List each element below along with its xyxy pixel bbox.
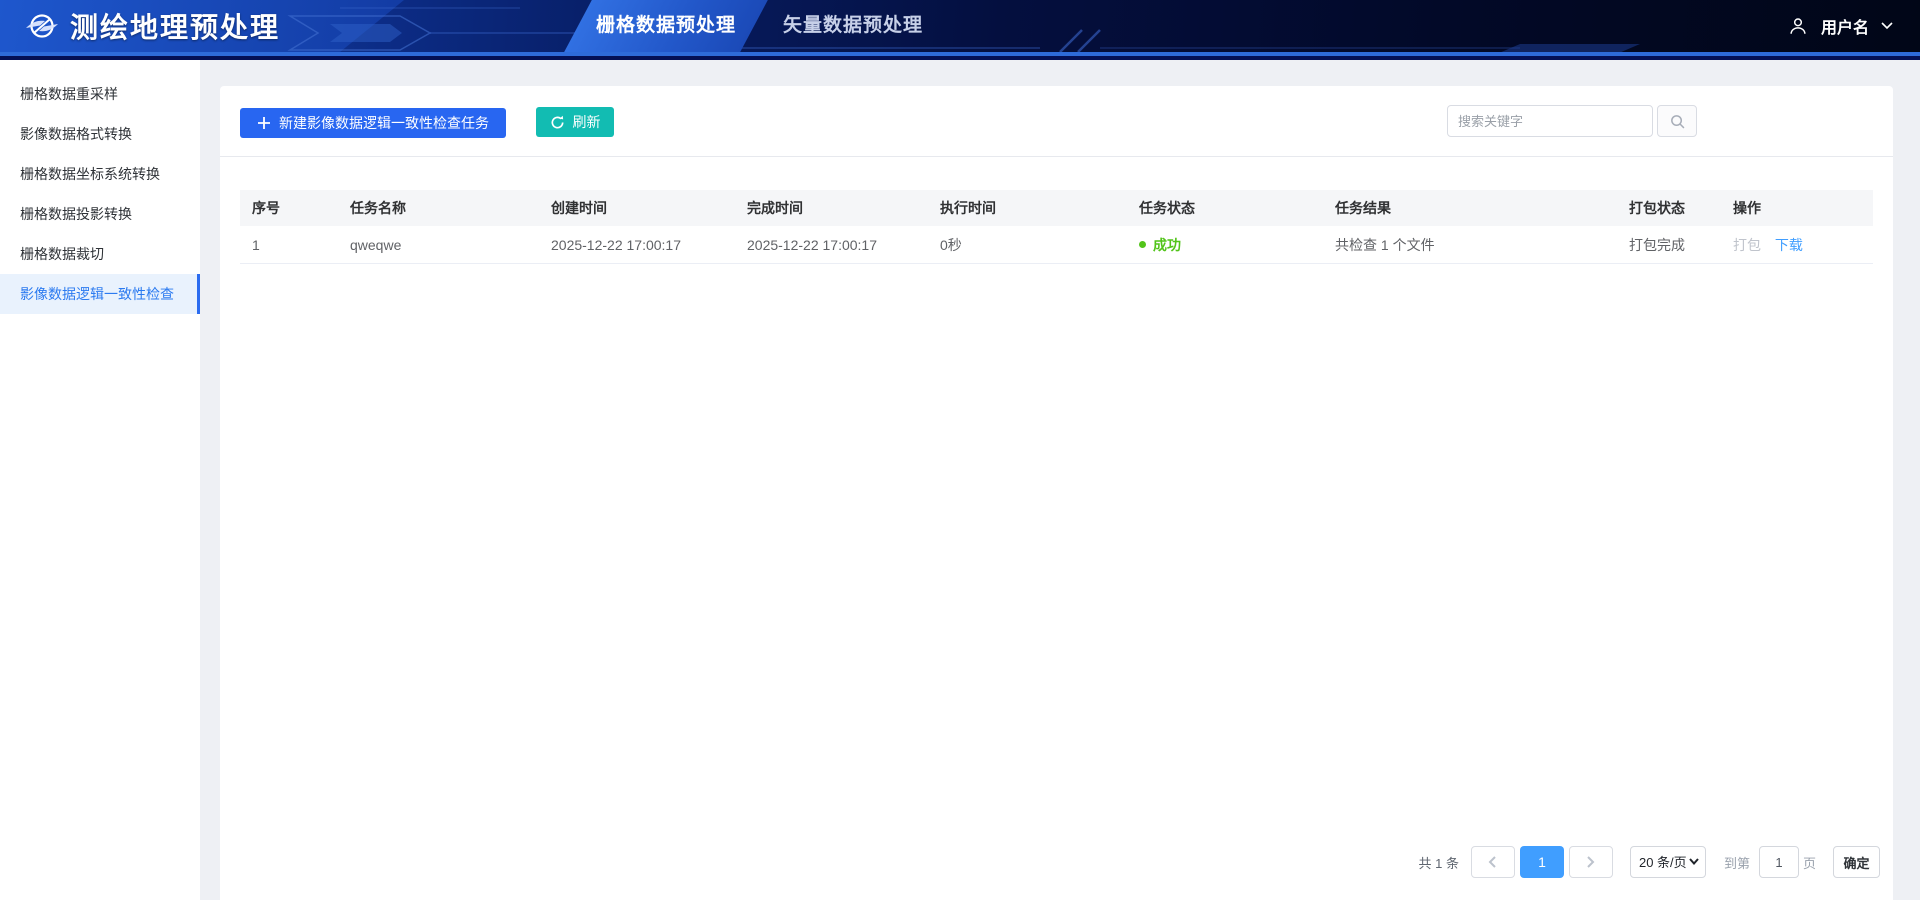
cell-seq: 1 xyxy=(240,237,338,253)
cell-duration: 0秒 xyxy=(928,235,1127,255)
cell-result: 共检查 1 个文件 xyxy=(1323,235,1617,255)
search-group xyxy=(1447,105,1697,137)
refresh-button[interactable]: 刷新 xyxy=(536,107,614,137)
task-table: 序号 任务名称 创建时间 完成时间 执行时间 任务状态 任务结果 打包状态 操作… xyxy=(240,190,1873,264)
goto-prefix-label: 到第 xyxy=(1724,853,1750,872)
sidebar-item-raster-projection-convert[interactable]: 栅格数据投影转换 xyxy=(0,194,200,234)
sidebar: 栅格数据重采样 影像数据格式转换 栅格数据坐标系统转换 栅格数据投影转换 栅格数… xyxy=(0,60,200,900)
col-header-duration: 执行时间 xyxy=(928,198,1127,218)
sidebar-item-logic-consistency-check[interactable]: 影像数据逻辑一致性检查 xyxy=(0,274,200,314)
search-input[interactable] xyxy=(1447,105,1653,137)
col-header-seq: 序号 xyxy=(240,198,338,218)
col-header-actions: 操作 xyxy=(1721,198,1873,218)
search-icon xyxy=(1669,113,1686,130)
refresh-icon xyxy=(550,115,565,130)
col-header-result: 任务结果 xyxy=(1323,198,1617,218)
new-task-button[interactable]: 新建影像数据逻辑一致性检查任务 xyxy=(240,108,506,138)
col-header-pack-status: 打包状态 xyxy=(1617,198,1721,218)
app-header: 测绘地理预处理 栅格数据预处理 矢量数据预处理 用户名 xyxy=(0,0,1920,60)
prev-page-button[interactable] xyxy=(1471,846,1515,878)
pack-action-link: 打包 xyxy=(1733,237,1761,253)
col-header-status: 任务状态 xyxy=(1127,198,1323,218)
chevron-down-icon xyxy=(1881,22,1893,30)
goto-suffix-label: 页 xyxy=(1803,853,1816,872)
goto-page-input[interactable] xyxy=(1759,846,1799,878)
cell-actions: 打包 下载 xyxy=(1721,235,1873,255)
page-size-select-wrap: 20 条/页 xyxy=(1630,846,1706,878)
app-logo-icon xyxy=(24,8,60,44)
cell-finished: 2025-12-22 17:00:17 xyxy=(735,237,928,253)
chevron-right-icon xyxy=(1586,856,1595,868)
sidebar-item-raster-resample[interactable]: 栅格数据重采样 xyxy=(0,74,200,114)
brand: 测绘地理预处理 xyxy=(24,0,280,52)
page-number-button[interactable]: 1 xyxy=(1520,846,1564,878)
new-task-label: 新建影像数据逻辑一致性检查任务 xyxy=(279,113,489,133)
page-size-select[interactable]: 20 条/页 xyxy=(1630,846,1706,878)
cell-pack-status: 打包完成 xyxy=(1617,235,1721,255)
tab-raster-label: 栅格数据预处理 xyxy=(578,0,754,52)
toolbar: 新建影像数据逻辑一致性检查任务 刷新 xyxy=(220,86,1893,157)
plus-icon xyxy=(257,116,271,130)
col-header-task-name: 任务名称 xyxy=(338,198,539,218)
header-bottom-strip xyxy=(0,56,1920,60)
pagination: 共 1 条 1 20 条/页 到第 页 确定 xyxy=(1419,846,1881,878)
tab-raster-preprocess[interactable]: 栅格数据预处理 xyxy=(564,0,768,52)
download-action-link[interactable]: 下载 xyxy=(1775,237,1803,253)
cell-status: 成功 xyxy=(1127,235,1323,255)
app-title: 测绘地理预处理 xyxy=(70,6,280,46)
pagination-total: 共 1 条 xyxy=(1419,853,1459,872)
cell-task-name: qweqwe xyxy=(338,237,539,253)
status-text: 成功 xyxy=(1153,235,1181,255)
cell-created: 2025-12-22 17:00:17 xyxy=(539,237,735,253)
status-dot-icon xyxy=(1139,241,1146,248)
tab-vector-preprocess[interactable]: 矢量数据预处理 xyxy=(783,0,923,52)
user-menu[interactable]: 用户名 xyxy=(1787,0,1893,52)
user-name: 用户名 xyxy=(1821,14,1869,38)
content-card: 新建影像数据逻辑一致性检查任务 刷新 序号 任务名称 创建时间 完成时间 xyxy=(220,86,1893,900)
search-button[interactable] xyxy=(1657,105,1697,137)
chevron-left-icon xyxy=(1488,856,1497,868)
table-row: 1 qweqwe 2025-12-22 17:00:17 2025-12-22 … xyxy=(240,226,1873,264)
sidebar-item-raster-clip[interactable]: 栅格数据裁切 xyxy=(0,234,200,274)
col-header-finished: 完成时间 xyxy=(735,198,928,218)
goto-confirm-button[interactable]: 确定 xyxy=(1833,846,1880,878)
table-header-row: 序号 任务名称 创建时间 完成时间 执行时间 任务状态 任务结果 打包状态 操作 xyxy=(240,190,1873,226)
status-badge: 成功 xyxy=(1139,235,1323,255)
user-icon xyxy=(1787,15,1809,37)
sidebar-item-raster-coordinate-convert[interactable]: 栅格数据坐标系统转换 xyxy=(0,154,200,194)
col-header-created: 创建时间 xyxy=(539,198,735,218)
refresh-label: 刷新 xyxy=(572,112,600,132)
next-page-button[interactable] xyxy=(1569,846,1613,878)
sidebar-item-image-format-convert[interactable]: 影像数据格式转换 xyxy=(0,114,200,154)
